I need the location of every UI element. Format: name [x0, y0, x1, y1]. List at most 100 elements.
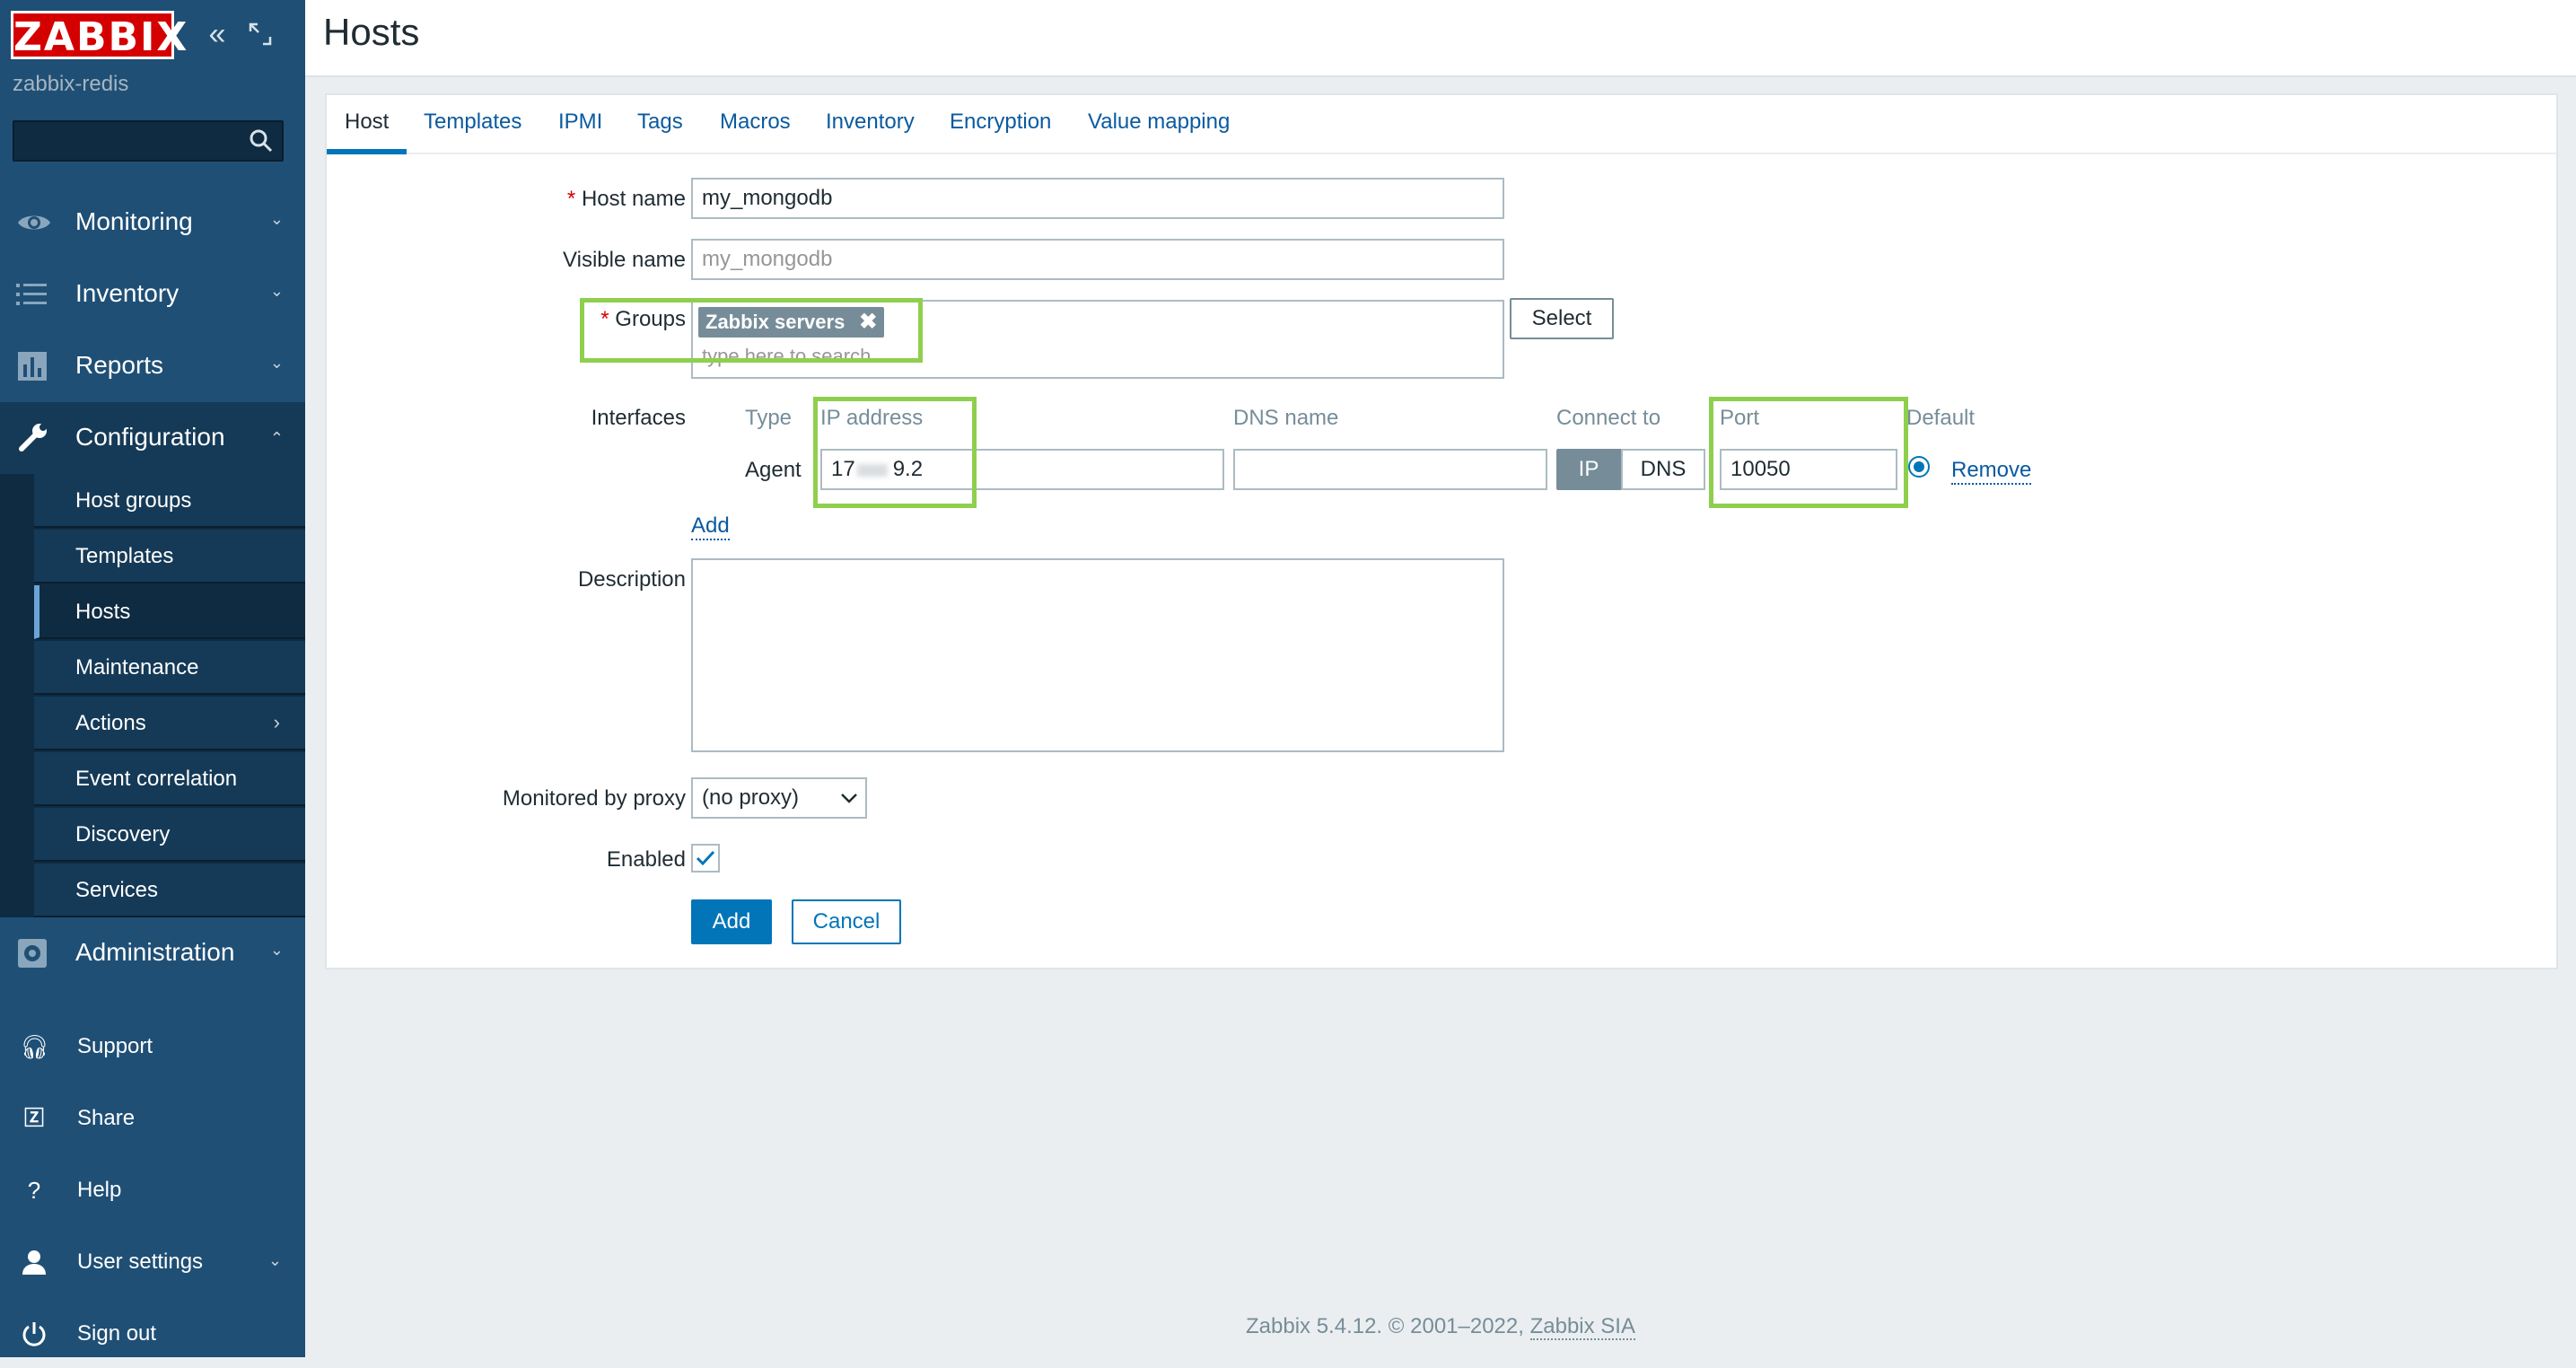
submenu-label: Maintenance	[75, 655, 199, 680]
submenu-discovery[interactable]: Discovery	[34, 808, 305, 862]
menu-administration[interactable]: Administration ⌄	[0, 917, 305, 989]
share-icon: 🅉︎	[23, 1107, 44, 1129]
iface-type-agent: Agent	[745, 458, 802, 482]
menu-label: Administration	[75, 938, 235, 966]
menu-label: Sign out	[77, 1321, 157, 1346]
visible-name-input[interactable]: my_mongodb	[691, 239, 1504, 280]
submenu-services[interactable]: Services	[34, 864, 305, 917]
chevron-down-icon: ⌄	[269, 282, 284, 300]
add-interface-link[interactable]: Add	[691, 513, 730, 540]
power-icon	[22, 1322, 46, 1346]
menu-label: Help	[77, 1178, 122, 1202]
menu-user-settings[interactable]: User settings ⌄	[0, 1228, 305, 1296]
menu-configuration[interactable]: Configuration ⌃	[0, 402, 305, 474]
footer-link[interactable]: Zabbix SIA	[1529, 1314, 1635, 1340]
menu-monitoring[interactable]: Monitoring ⌄	[0, 187, 305, 259]
highlight-port	[1709, 397, 1908, 508]
collapse-sidebar-icon[interactable]: «	[201, 18, 233, 50]
tab-inventory[interactable]: Inventory	[826, 110, 915, 153]
question-icon: ?	[27, 1177, 41, 1204]
description-textarea[interactable]	[691, 558, 1504, 752]
page-header: Hosts	[305, 0, 2576, 77]
chevron-down-icon: ⌄	[267, 1251, 282, 1269]
host-form-panel: Host Templates IPMI Tags Macros Inventor…	[325, 93, 2558, 969]
chevron-right-icon: ›	[273, 711, 280, 733]
remove-interface-link[interactable]: Remove	[1951, 458, 2032, 485]
chevron-down-icon	[841, 794, 857, 803]
menu-label: Monitoring	[75, 207, 193, 235]
list-icon	[16, 284, 47, 305]
chevron-down-icon: ⌄	[269, 210, 284, 228]
search-icon[interactable]	[248, 127, 275, 154]
menu-label: Support	[77, 1034, 153, 1058]
sidebar: ZABBIX « zabbix-redis Monitoring ⌄ Inven…	[0, 0, 305, 1357]
tab-ipmi[interactable]: IPMI	[558, 110, 602, 153]
tab-tags[interactable]: Tags	[637, 110, 683, 153]
footer-text: Zabbix 5.4.12. © 2001–2022,	[1246, 1314, 1524, 1338]
menu-sign-out[interactable]: Sign out	[0, 1300, 305, 1368]
menu-inventory[interactable]: Inventory ⌄	[0, 259, 305, 330]
visible-name-label: Visible name	[563, 248, 686, 272]
submenu-maintenance[interactable]: Maintenance	[34, 641, 305, 695]
default-radio[interactable]	[1908, 456, 1930, 478]
submenu-label: Actions	[75, 711, 146, 735]
kiosk-mode-icon[interactable]	[244, 18, 276, 50]
interfaces-label: Interfaces	[591, 406, 686, 430]
cancel-button[interactable]: Cancel	[792, 899, 901, 944]
connect-ip-button[interactable]: IP	[1556, 449, 1621, 490]
proxy-label: Monitored by proxy	[502, 786, 686, 811]
menu-label: Inventory	[75, 279, 180, 307]
page-title: Hosts	[323, 11, 420, 53]
tab-macros[interactable]: Macros	[720, 110, 791, 153]
iface-header-default: Default	[1906, 406, 1976, 430]
submenu-actions[interactable]: Actions ›	[34, 697, 305, 750]
menu-label: Configuration	[75, 423, 225, 451]
highlight-groups	[580, 298, 923, 363]
submenu-templates[interactable]: Templates	[34, 530, 305, 583]
gear-icon	[18, 939, 47, 968]
tab-bar: Host Templates IPMI Tags Macros Inventor…	[327, 95, 2556, 154]
tab-templates[interactable]: Templates	[424, 110, 521, 153]
tab-host[interactable]: Host	[327, 110, 407, 154]
dns-name-input[interactable]	[1233, 449, 1547, 490]
zabbix-logo[interactable]: ZABBIX	[11, 11, 187, 60]
checkmark-icon	[696, 850, 715, 866]
groups-select-button[interactable]: Select	[1510, 298, 1614, 339]
submenu-label: Services	[75, 878, 159, 902]
connect-dns-button[interactable]: DNS	[1621, 449, 1705, 490]
page-footer: Zabbix 5.4.12. © 2001–2022, Zabbix SIA	[305, 1314, 2576, 1340]
enabled-checkbox[interactable]	[691, 844, 720, 873]
user-icon	[22, 1250, 46, 1275]
tab-encryption[interactable]: Encryption	[950, 110, 1051, 153]
iface-header-type: Type	[745, 406, 793, 430]
submenu-label: Host groups	[75, 488, 192, 513]
enabled-label: Enabled	[606, 847, 686, 872]
proxy-select[interactable]: (no proxy)	[691, 777, 867, 819]
menu-reports[interactable]: Reports ⌄	[0, 330, 305, 402]
wrench-icon	[19, 424, 47, 452]
configuration-submenu: Host groups Templates Hosts Maintenance …	[0, 474, 305, 917]
submenu-hosts[interactable]: Hosts	[34, 585, 305, 639]
chevron-down-icon: ⌄	[269, 354, 284, 372]
tab-value-mapping[interactable]: Value mapping	[1088, 110, 1230, 153]
eye-icon	[18, 215, 50, 230]
submenu-label: Templates	[75, 544, 174, 568]
submenu-label: Discovery	[75, 822, 171, 846]
menu-label: Reports	[75, 351, 164, 379]
submenu-label: Hosts	[75, 600, 131, 624]
description-label: Description	[577, 567, 686, 592]
menu-support[interactable]: 🎧︎ Support	[0, 1013, 305, 1081]
add-button[interactable]: Add	[691, 899, 772, 944]
menu-help[interactable]: ? Help	[0, 1156, 305, 1224]
chevron-down-icon: ⌄	[269, 941, 284, 959]
menu-share[interactable]: 🅉︎ Share	[0, 1084, 305, 1153]
sidebar-search-input[interactable]	[13, 120, 284, 162]
host-name-input[interactable]: my_mongodb	[691, 178, 1504, 219]
iface-header-connect: Connect to	[1556, 406, 1661, 430]
submenu-event-correlation[interactable]: Event correlation	[34, 752, 305, 806]
proxy-selected-value: (no proxy)	[702, 785, 800, 810]
submenu-host-groups[interactable]: Host groups	[34, 474, 305, 528]
host-name-label: * Host name	[566, 187, 686, 211]
bar-chart-icon	[18, 352, 47, 381]
server-name: zabbix-redis	[13, 72, 129, 96]
